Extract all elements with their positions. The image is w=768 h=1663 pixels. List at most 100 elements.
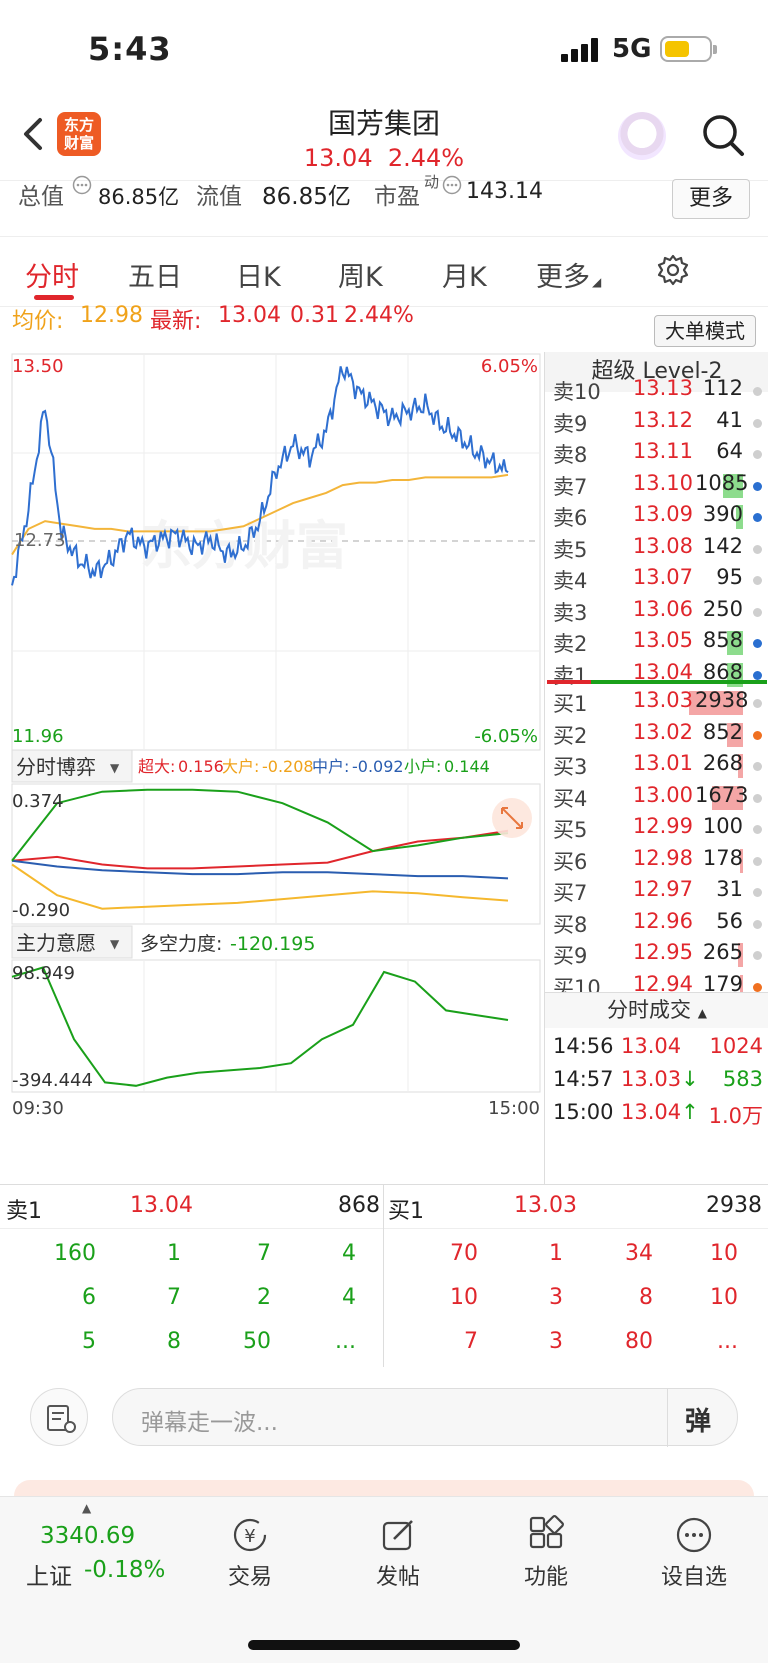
status-time: 5:43 [88, 30, 172, 68]
queue-order-size: 5 [82, 1329, 96, 1354]
index-pct: -0.18% [84, 1557, 166, 1583]
bid-row[interactable]: 买4 13.00 1673 [545, 783, 768, 814]
price-info-bar: 均价: 12.98 最新: 13.04 0.31 2.44% 大单模式 [0, 303, 768, 350]
bid-level: 买1 [553, 692, 588, 716]
bid-volume: 265 [702, 940, 743, 964]
assistant-robot-icon[interactable] [618, 112, 666, 160]
info-dots-icon[interactable] [72, 175, 92, 195]
avg-price-label: 均价: [12, 309, 64, 334]
ask-level: 卖5 [553, 537, 588, 562]
queue-order-size: 1 [167, 1241, 181, 1266]
bid-price: 13.03 [632, 688, 693, 712]
ask-row[interactable]: 卖3 13.06 250 [545, 597, 768, 628]
bid-price: 12.97 [632, 877, 693, 901]
tab-five-day[interactable]: 五日 [128, 255, 182, 294]
nav-trade[interactable]: ¥ 交易 [190, 1515, 310, 1591]
trade-time: 15:00 [553, 1100, 614, 1124]
latest-price-value: 13.04 [218, 303, 281, 328]
queue-order-size: 50 [243, 1329, 271, 1354]
tab-more[interactable]: 更多 ◢ [536, 255, 601, 294]
bid-indicator-dot [753, 856, 762, 866]
bo-ymax: 0.374 [12, 791, 64, 812]
bo-ymin: -0.290 [12, 900, 70, 921]
queue-order-size: 8 [167, 1329, 181, 1354]
ask-level: 卖7 [553, 474, 588, 499]
ask-row[interactable]: 卖1 13.04 868 [545, 660, 768, 691]
ask-row[interactable]: 卖6 13.09 390 [545, 502, 768, 533]
nav-functions[interactable]: 功能 [486, 1515, 606, 1591]
ask-volume: 112 [702, 376, 743, 400]
trade-price: 13.04↑ [621, 1100, 699, 1124]
settings-gear-icon[interactable] [656, 253, 690, 287]
trade-price: 13.03↓ [621, 1067, 699, 1091]
tab-daily-k[interactable]: 日K [236, 255, 281, 294]
bid-row[interactable]: 买6 12.98 178 [545, 846, 768, 877]
bo-series-small [11, 788, 509, 862]
ask-price: 13.07 [632, 565, 693, 589]
nav-add-watchlist[interactable]: 设自选 [634, 1515, 754, 1591]
ask-indicator-dot [753, 418, 762, 428]
ask-row[interactable]: 卖7 13.10 1085 [545, 471, 768, 502]
bid-row[interactable]: 买1 13.03 2938 [545, 688, 768, 719]
time-start-label: 09:30 [12, 1098, 64, 1119]
bid-price: 12.95 [632, 940, 693, 964]
pe-value: 143.14 [466, 179, 543, 204]
buy1-label: 买1 [388, 1199, 424, 1224]
bid-level: 买2 [553, 723, 588, 748]
bid-row[interactable]: 买2 13.02 852 [545, 720, 768, 751]
charts-svg[interactable]: 东方财富 13.50 12.73 11.96 6.05% -6.05% 分时博弈… [0, 352, 544, 1184]
bid-volume: 178 [702, 845, 743, 870]
index-ticker[interactable]: ▲ 3340.69 上证 -0.18% [0, 1497, 178, 1607]
ask-indicator-dot [753, 639, 762, 648]
ask-row[interactable]: 卖10 13.13 112 [545, 376, 768, 407]
trade-row: 14:57 13.03↓ 583 [545, 1067, 768, 1098]
ask-price: 13.10 [632, 470, 693, 495]
ask-row[interactable]: 卖4 13.07 95 [545, 565, 768, 596]
comment-list-icon[interactable] [30, 1388, 88, 1446]
ask-row[interactable]: 卖2 13.05 858 [545, 628, 768, 659]
danmu-input[interactable]: 弹幕走一波... 弹 [112, 1388, 738, 1447]
trades-header[interactable]: 分时成交 ▲ [545, 992, 768, 1028]
ask-volume: 64 [716, 439, 743, 463]
sell1-label: 卖1 [6, 1199, 42, 1224]
queue-order-size: 34 [625, 1241, 653, 1266]
dropdown-icon: ▼ [110, 937, 120, 951]
ask-row[interactable]: 卖5 13.08 142 [545, 534, 768, 565]
nav-post[interactable]: 发帖 [338, 1515, 458, 1591]
ask-indicator-dot [753, 576, 762, 585]
total-value: 86.85亿 [98, 185, 180, 209]
bid-level: 买9 [553, 944, 588, 968]
bid-price: 12.98 [632, 845, 693, 870]
tab-weekly-k[interactable]: 周K [338, 255, 383, 294]
bid-price: 12.99 [632, 814, 693, 838]
tab-monthly-k[interactable]: 月K [442, 255, 487, 294]
bo-series-super [11, 829, 509, 870]
tab-intraday[interactable]: 分时 [25, 255, 79, 294]
bid-row[interactable]: 买9 12.95 265 [545, 940, 768, 971]
bo-selector-label: 分时博弈 [16, 755, 96, 779]
bo-value-large: -0.208 [262, 757, 314, 776]
bid-row[interactable]: 买8 12.96 56 [545, 909, 768, 940]
ask-volume: 250 [702, 596, 743, 621]
more-dots-icon [676, 1517, 712, 1553]
sell1-price: 13.04 [130, 1193, 193, 1218]
bid-row[interactable]: 买7 12.97 31 [545, 877, 768, 908]
queue-order-size: 3 [549, 1329, 563, 1354]
queue-order-size: ... [335, 1329, 356, 1354]
bid-row[interactable]: 买5 12.99 100 [545, 814, 768, 845]
bid-row[interactable]: 买3 13.01 268 [545, 751, 768, 782]
info-dots-icon[interactable] [442, 175, 462, 195]
mf-ymin: -394.444 [12, 1070, 93, 1091]
bid-level: 买6 [553, 849, 588, 874]
search-icon[interactable] [700, 112, 746, 158]
more-stats-button[interactable]: 更多 [672, 179, 750, 219]
ask-row[interactable]: 卖9 13.12 41 [545, 408, 768, 439]
bottom-nav: ▲ 3340.69 上证 -0.18% ¥ 交易 发帖 功能 设自选 [0, 1496, 768, 1663]
bid-price: 12.96 [632, 908, 693, 933]
ask-row[interactable]: 卖8 13.11 64 [545, 439, 768, 470]
ask-level: 卖10 [553, 380, 601, 404]
big-order-mode-button[interactable]: 大单模式 [654, 315, 756, 347]
pct-min-label: -6.05% [474, 726, 538, 747]
danmu-toggle-button[interactable]: 弹 [685, 1401, 711, 1438]
trade-volume: 1024 [709, 1034, 763, 1058]
